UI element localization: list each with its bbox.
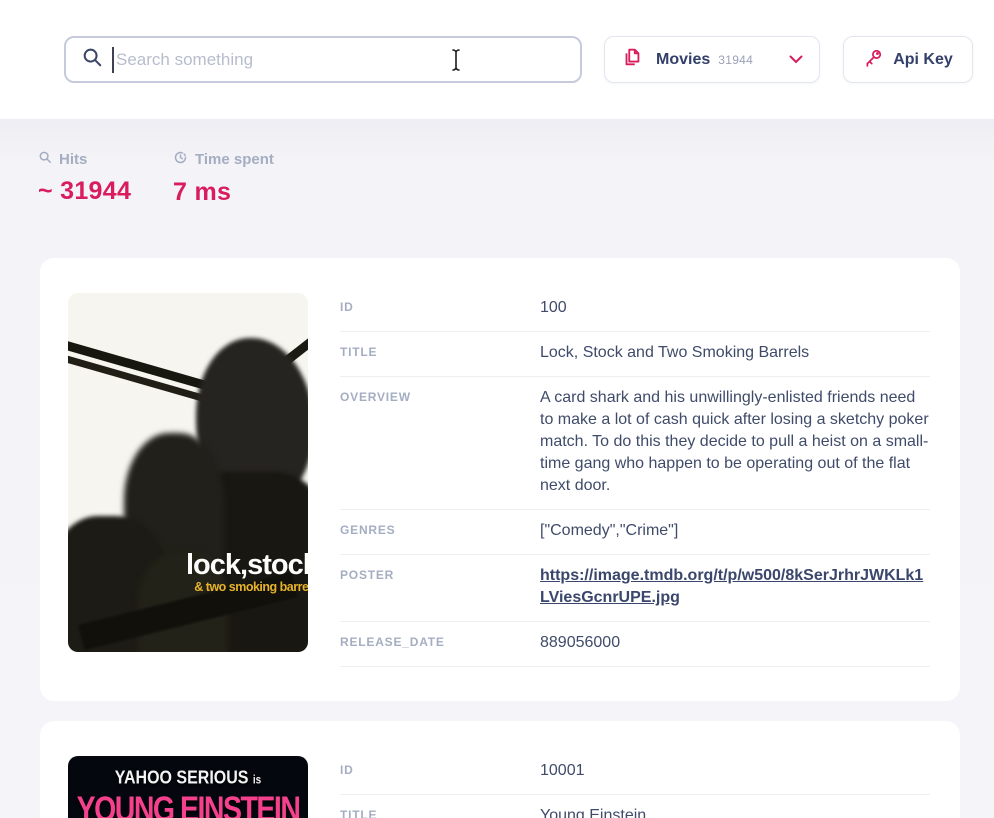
text-caret xyxy=(112,47,114,73)
field-value: ["Comedy","Crime"] xyxy=(540,520,930,542)
stat-hits-value: ~ 31944 xyxy=(38,177,173,206)
stat-hits-header: Hits xyxy=(38,150,173,168)
poster-subtitle-text: & two smoking barrels xyxy=(186,580,308,594)
field-value: 10001 xyxy=(540,760,930,782)
stat-time-header: Time spent xyxy=(173,150,308,169)
key-icon xyxy=(863,47,884,73)
poster-title-block: lock,stock & two smoking barrels xyxy=(186,549,308,594)
index-select-label: Movies xyxy=(656,51,710,69)
api-key-label: Api Key xyxy=(893,51,953,69)
field-value: Young Einstein xyxy=(540,805,930,818)
stats-bar: Hits ~ 31944 Time spent 7 ms xyxy=(0,150,994,207)
field-label: OVERVIEW xyxy=(340,387,540,497)
field-row-id: ID 10001 xyxy=(340,750,930,795)
field-label: RELEASE_DATE xyxy=(340,632,540,654)
stat-time-value: 7 ms xyxy=(173,178,308,207)
index-select-movies[interactable]: Movies 31944 xyxy=(604,36,820,83)
index-doc-count: 31944 xyxy=(718,53,753,67)
field-value: 889056000 xyxy=(540,632,930,654)
field-row-genres: GENRES ["Comedy","Crime"] xyxy=(340,510,930,555)
search-placeholder: Search something xyxy=(116,50,253,70)
poster-title-text: lock,stock xyxy=(186,549,308,582)
results-area: Hits ~ 31944 Time spent 7 ms xyxy=(0,119,994,818)
field-row-release-date: RELEASE_DATE 889056000 xyxy=(340,622,930,667)
stat-hits: Hits ~ 31944 xyxy=(38,150,173,207)
search-input[interactable]: Search something xyxy=(64,36,582,83)
poster-tagline-text: YAHOO SERIOUS is xyxy=(68,769,308,790)
stat-time-label: Time spent xyxy=(195,151,274,168)
field-row-title: TITLE Young Einstein xyxy=(340,795,930,818)
stat-hits-label: Hits xyxy=(59,151,87,168)
document-fields: ID 10001 TITLE Young Einstein OVERVIEW A… xyxy=(340,750,930,818)
movie-poster-lock-stock: lock,stock & two smoking barrels xyxy=(68,293,308,652)
search-icon xyxy=(81,46,103,73)
field-value: 100 xyxy=(540,297,930,319)
top-header: Search something Movies 31944 xyxy=(0,0,994,119)
poster-title-text: YOUNG EINSTEIN xyxy=(68,790,308,818)
chevron-down-icon xyxy=(789,51,803,69)
field-value: Lock, Stock and Two Smoking Barrels xyxy=(540,342,930,364)
field-label: ID xyxy=(340,760,540,782)
field-label: TITLE xyxy=(340,342,540,364)
field-value: A card shark and his unwillingly-enliste… xyxy=(540,387,930,497)
document-fields: ID 100 TITLE Lock, Stock and Two Smoking… xyxy=(340,287,930,667)
field-row-title: TITLE Lock, Stock and Two Smoking Barrel… xyxy=(340,332,930,377)
api-key-button[interactable]: Api Key xyxy=(843,36,973,83)
result-card-lock-stock: lock,stock & two smoking barrels ID 100 … xyxy=(40,258,960,701)
field-label: ID xyxy=(340,297,540,319)
field-row-poster-url: POSTER https://image.tmdb.org/t/p/w500/8… xyxy=(340,555,930,622)
field-row-id: ID 100 xyxy=(340,287,930,332)
poster-url-link[interactable]: https://image.tmdb.org/t/p/w500/8kSerJrh… xyxy=(540,565,930,609)
field-label: POSTER xyxy=(340,565,540,609)
header-actions: Movies 31944 Api Key xyxy=(604,36,973,83)
stat-time-spent: Time spent 7 ms xyxy=(173,150,308,207)
mouse-ibeam-cursor xyxy=(449,48,463,77)
results-list: lock,stock & two smoking barrels ID 100 … xyxy=(0,258,994,818)
result-card-young-einstein: YAHOO SERIOUS is YOUNG EINSTEIN ID 10001… xyxy=(40,721,960,818)
documents-icon xyxy=(621,46,643,73)
field-row-overview: OVERVIEW A card shark and his unwillingl… xyxy=(340,377,930,510)
hits-search-icon xyxy=(38,150,52,168)
field-label: TITLE xyxy=(340,805,540,818)
field-label: GENRES xyxy=(340,520,540,542)
stopwatch-icon xyxy=(173,150,188,169)
movie-poster-young-einstein: YAHOO SERIOUS is YOUNG EINSTEIN xyxy=(68,756,308,818)
